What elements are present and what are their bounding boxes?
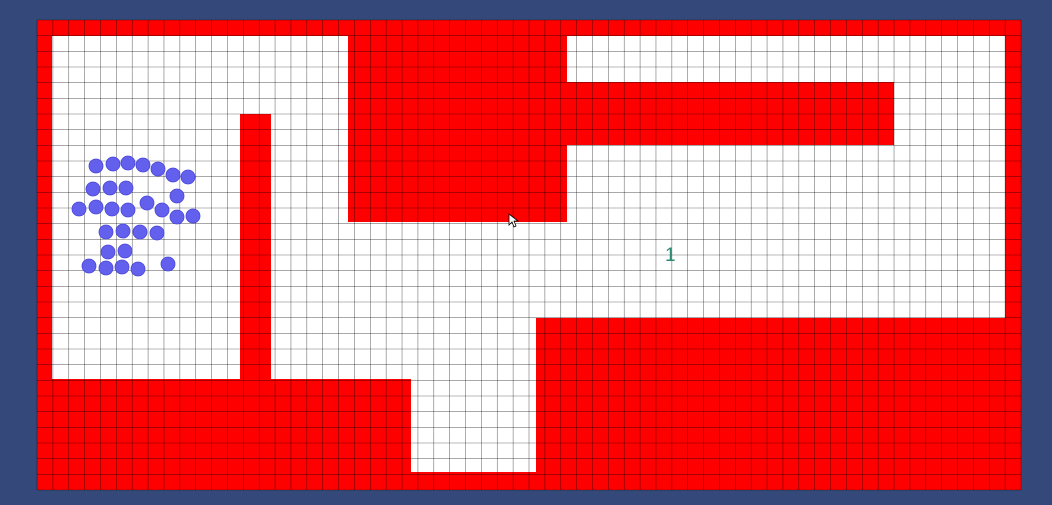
waypoint-marker[interactable]: 1 [665,245,676,266]
agent-circle[interactable] [169,188,185,204]
level-map[interactable] [36,19,1022,491]
agent-circle[interactable] [139,195,155,211]
agent-circle[interactable] [150,161,166,177]
agent-circle[interactable] [165,167,181,183]
agent-circle[interactable] [180,169,196,185]
agent-circle[interactable] [85,181,101,197]
agent-circle[interactable] [105,156,121,172]
agent-circle[interactable] [100,244,116,260]
agent-circle[interactable] [120,155,136,171]
agent-circle[interactable] [135,157,151,173]
agent-circle[interactable] [98,260,114,276]
agent-circle[interactable] [120,202,136,218]
agent-circle[interactable] [115,223,131,239]
agent-circle[interactable] [98,224,114,240]
agent-circle[interactable] [71,201,87,217]
agent-circle[interactable] [132,224,148,240]
agent-circle[interactable] [114,259,130,275]
agent-circle[interactable] [117,243,133,259]
agent-circle[interactable] [149,225,165,241]
agent-circle[interactable] [102,180,118,196]
agent-circle[interactable] [160,256,176,272]
agent-circle[interactable] [118,180,134,196]
agent-circle[interactable] [88,158,104,174]
agent-circle[interactable] [185,208,201,224]
agent-circle[interactable] [154,202,170,218]
agent-circle[interactable] [81,258,97,274]
agent-circle[interactable] [88,199,104,215]
inner-wall-vertical [240,114,271,380]
game-viewport[interactable]: 1 [0,0,1052,505]
agent-circle[interactable] [169,209,185,225]
agent-circle[interactable] [104,201,120,217]
agent-circle[interactable] [130,261,146,277]
